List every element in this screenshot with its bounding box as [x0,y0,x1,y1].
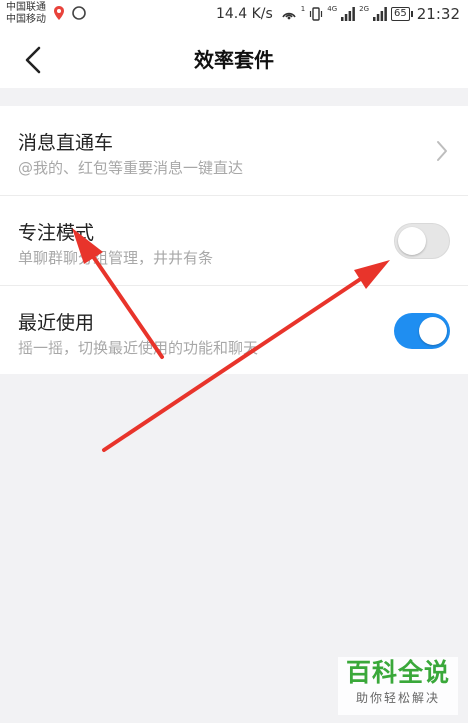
focus-mode-toggle[interactable] [394,223,450,259]
signal-2-icon [373,7,387,21]
back-arrow-icon[interactable] [22,45,46,75]
signal-1-label: 4G [327,5,338,13]
page-title: 效率套件 [194,48,274,72]
wifi-label: 1 [300,5,306,13]
carrier-info: 中国联通 中国移动 [6,2,46,26]
row-title: 消息直通车 [18,132,114,154]
toggle-knob [398,227,426,255]
row-subtitle: 单聊群聊分组管理，井井有条 [18,249,214,267]
row-focus-mode: 专注模式 单聊群聊分组管理，井井有条 [0,196,468,286]
watermark-main: 百科全说 [345,658,450,687]
signal-2-label: 2G [359,5,370,13]
location-pin-icon [54,6,64,20]
row-title: 专注模式 [18,222,95,244]
carrier-2: 中国移动 [6,14,46,25]
row-message-express[interactable]: 消息直通车 @我的、红包等重要消息一键直达 [0,106,468,196]
row-subtitle: 摇一摇，切换最近使用的功能和聊天 [18,339,259,357]
row-subtitle: @我的、红包等重要消息一键直达 [18,159,244,177]
watermark-sub: 助你轻松解决 [355,691,440,705]
recent-use-toggle[interactable] [394,313,450,349]
vibrate-icon [310,7,323,21]
clock: 21:32 [416,5,460,23]
settings-list: 消息直通车 @我的、红包等重要消息一键直达 专注模式 单聊群聊分组管理，井井有条… [0,106,468,374]
row-title: 最近使用 [18,312,95,334]
battery-icon: 65 [391,7,413,21]
wifi-hotspot-icon [282,12,296,20]
signal-1-icon [341,7,356,21]
nav-bar: 效率套件 [0,32,468,88]
sync-ring-icon [72,6,86,20]
status-indicators: 14.4 K/s 1 4G 2G 65 21:32 [216,4,460,24]
carrier-1: 中国联通 [6,2,46,13]
toggle-knob [419,317,447,345]
watermark-logo: 百科全说 助你轻松解决 [338,657,458,715]
status-bar: 中国联通 中国移动 14.4 K/s 1 4G 2G 65 21:32 [0,0,468,32]
row-recent-use: 最近使用 摇一摇，切换最近使用的功能和聊天 [0,286,468,374]
chevron-right-icon [437,141,447,161]
network-speed: 14.4 K/s [215,6,273,22]
